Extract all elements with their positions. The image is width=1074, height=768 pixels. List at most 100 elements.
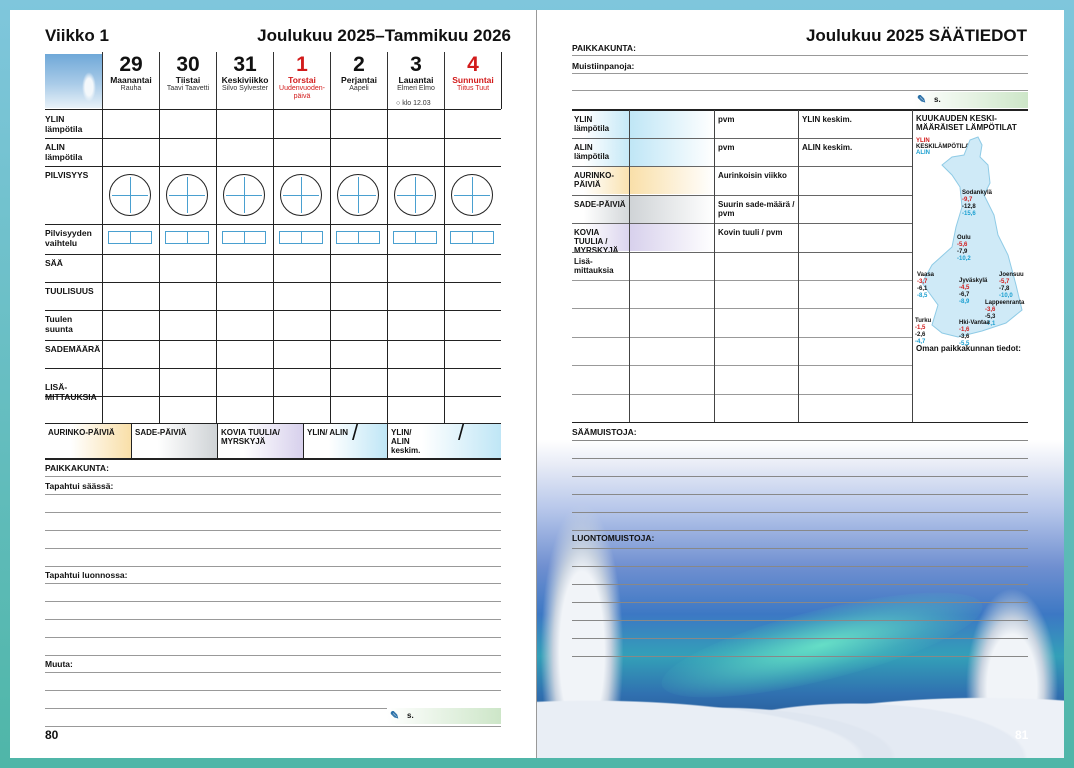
rain-days-cell: SADE-PÄIVIÄ	[131, 424, 217, 458]
city-max: -1,6	[959, 327, 970, 333]
max-min-cell: YLIN/ ALIN /	[303, 422, 387, 458]
grid-row-4	[45, 282, 501, 283]
moon-phase: ○ klo 12.03	[396, 100, 431, 107]
swatch-1	[629, 139, 714, 166]
city-avg: -6,1	[917, 286, 928, 292]
memo-line-2	[572, 476, 1028, 477]
note-line-14	[45, 726, 501, 727]
city-avg: -12,8	[962, 204, 976, 210]
note-line-12	[45, 690, 501, 691]
cloud-circle-icon	[223, 174, 265, 216]
weather-note-label: Tapahtui säässä:	[45, 481, 114, 491]
memo-line-5	[572, 530, 1028, 531]
memo-line-3	[572, 494, 1028, 495]
note-line-4	[45, 548, 501, 549]
grid-row-5	[45, 310, 501, 311]
place-label: PAIKKAKUNTA:	[45, 463, 109, 473]
other-note-label: Muuta:	[45, 659, 73, 669]
city-max: -1,5	[915, 325, 926, 331]
swatch-2	[629, 167, 714, 194]
table-mid-2: Aurinkoisin viikko	[718, 171, 787, 180]
wind-days-cell: KOVIA TUULIA/ MYRSKYJÄ	[217, 424, 303, 458]
right-page: Joulukuu 2025 SÄÄTIEDOT PAIKKAKUNTA: Mui…	[537, 10, 1064, 758]
cloud-variation-box	[450, 231, 494, 244]
table-extra-4	[572, 394, 912, 395]
table-row-2	[572, 195, 912, 196]
grid-col-6	[444, 109, 445, 423]
pencil-ref-right: ✎ s.	[914, 92, 1028, 108]
pencil-icon: ✎	[917, 94, 927, 106]
city-5: Lappeenranta -3,6 -5,3 -7,1	[985, 300, 1024, 328]
city-avg: -6,7	[959, 292, 970, 298]
table-row-4	[572, 252, 912, 253]
city-3: Joensuu -5,7 -7,8 -10,0	[999, 272, 1024, 300]
note-line-3	[45, 530, 501, 531]
memo-line-11	[572, 638, 1028, 639]
day-header-1: 30 Tiistai Taavi Taavetti	[159, 52, 216, 109]
city-max: -3,6	[985, 307, 996, 313]
table-row-0	[572, 138, 912, 139]
table-col-2	[798, 110, 799, 422]
pencil-ref: ✎ s.	[387, 708, 501, 724]
table-label-5: Lisä-mittauksia	[574, 257, 614, 275]
city-avg: -7,8	[999, 286, 1010, 292]
own-place-label: Oman paikkakunnan tiedot:	[916, 344, 1021, 353]
cloud-circle-icon	[337, 174, 379, 216]
row-label-7: SADEMÄÄRÄ	[45, 344, 101, 354]
weather-memories-label: SÄÄMUISTOJA:	[572, 427, 637, 437]
name-day: Rauha	[120, 85, 142, 92]
table-col-0	[629, 110, 630, 422]
memo-line-1	[572, 458, 1028, 459]
memo-line-10	[572, 620, 1028, 621]
grid-row-3	[45, 254, 501, 255]
note-line-0	[45, 476, 501, 477]
row-label-1: ALIN lämpötila	[45, 142, 83, 162]
city-4: Jyväskylä -4,5 -6,7 -8,9	[959, 278, 987, 306]
city-min: -10,2	[957, 256, 971, 262]
city-avg: -5,3	[985, 314, 996, 320]
grid-col-5	[387, 109, 388, 423]
grid-row-0	[45, 138, 501, 139]
city-0: Sodankylä -9,7 -12,8 -15,6	[962, 190, 992, 218]
memo-line-9	[572, 602, 1028, 603]
city-1: Oulu -5,6 -7,9 -10,2	[957, 235, 971, 263]
note-line-7	[45, 601, 501, 602]
table-row-3	[572, 223, 912, 224]
grid-row-6	[45, 340, 501, 341]
table-mid-1: pvm	[718, 143, 735, 152]
city-name: Oulu	[957, 235, 971, 241]
city-min: -7,1	[985, 321, 996, 327]
city-max: -5,6	[957, 242, 968, 248]
cloud-variation-box	[108, 231, 152, 244]
name-day: Silvo Sylvester	[222, 85, 268, 92]
cloud-variation-box	[279, 231, 323, 244]
note-line-11	[45, 672, 501, 673]
note-line-10	[45, 655, 501, 656]
note-line-2	[45, 512, 501, 513]
cloud-circle-icon	[451, 174, 493, 216]
winter-thumbnail	[45, 54, 102, 108]
row-label-0: YLIN lämpötila	[45, 114, 83, 134]
day-name: Torstai	[288, 75, 316, 85]
grid-row-8	[45, 396, 501, 397]
place-label-right: PAIKKAKUNTA:	[572, 43, 636, 53]
cloud-circle-icon	[280, 174, 322, 216]
city-max: -3,7	[917, 279, 928, 285]
memo-line-4	[572, 512, 1028, 513]
grid-row-1	[45, 166, 501, 167]
day-number: 1	[296, 53, 308, 76]
sun-days-cell: AURINKO-PÄIVIÄ	[45, 424, 131, 458]
day-name: Tiistai	[175, 75, 201, 85]
name-day: Uudenvuoden-päivä	[279, 85, 325, 100]
memo-line-12	[572, 656, 1028, 657]
grid-col-1	[159, 109, 160, 423]
left-page: Viikko 1 Joulukuu 2025–Tammikuu 2026 29 M…	[10, 10, 537, 758]
row-label-6: Tuulen suunta	[45, 314, 73, 334]
cloud-variation-box	[222, 231, 266, 244]
swatch-0	[629, 111, 714, 138]
name-day: Taavi Taavetti	[166, 85, 210, 92]
city-name: Lappeenranta	[985, 300, 1025, 306]
table-right-0: YLIN keskim.	[802, 115, 852, 124]
day-header-2: 31 Keskiviikko Silvo Sylvester	[216, 52, 273, 109]
map-title: KUUKAUDEN KESKI-MÄÄRÄISET LÄMPÖTILAT	[916, 114, 1017, 132]
